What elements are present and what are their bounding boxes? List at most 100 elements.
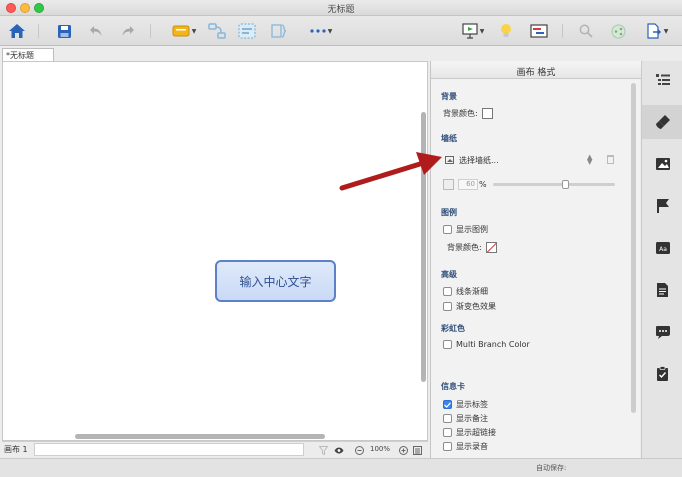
annotation-arrow-icon <box>339 152 442 191</box>
background-color-row: 背景颜色: <box>443 108 493 119</box>
more-button[interactable]: ▼ <box>304 20 338 42</box>
updown-chevron-icon[interactable]: ▲ ▼ <box>587 154 592 166</box>
share-button[interactable] <box>608 20 628 42</box>
summary-icon <box>271 24 287 38</box>
sidebar-notes-button[interactable] <box>642 273 682 307</box>
mindmap-canvas[interactable]: 输入中心文字 <box>2 61 428 441</box>
outline-icon <box>655 74 670 85</box>
taper-row[interactable]: 线条渐细 <box>443 286 488 297</box>
zoom-in-button[interactable] <box>398 445 408 455</box>
wallpaper-select-label: 选择墙纸... <box>459 155 499 165</box>
info-card-item[interactable]: 显示备注 <box>443 413 488 424</box>
background-color-swatch[interactable] <box>481 108 493 119</box>
opacity-slider-handle[interactable] <box>562 180 569 189</box>
toolbar-separator <box>38 24 39 38</box>
sidebar-comments-button[interactable] <box>642 315 682 349</box>
panel-title: 画布 格式 <box>431 61 641 79</box>
paintbrush-icon <box>655 115 670 129</box>
undo-icon <box>90 26 102 36</box>
gradient-checkbox[interactable] <box>443 302 452 311</box>
sidebar-style-button[interactable]: Aa <box>642 231 682 265</box>
summary-button[interactable] <box>268 20 290 42</box>
chevron-down-icon: ▼ <box>191 27 197 35</box>
info-card-item[interactable]: 显示标签 <box>443 399 488 410</box>
multi-branch-row[interactable]: Multi Branch Color <box>443 340 530 349</box>
opacity-unit: % <box>479 180 487 189</box>
gradient-row[interactable]: 渐变色效果 <box>443 301 496 312</box>
eye-icon[interactable] <box>334 445 344 455</box>
central-topic[interactable]: 输入中心文字 <box>215 260 336 302</box>
horizontal-scrollbar[interactable] <box>75 434 325 439</box>
toolbar: ▼ ▼ ▼ ▼ <box>0 16 682 46</box>
multi-branch-checkbox[interactable] <box>443 340 452 349</box>
advanced-heading: 高级 <box>441 270 457 279</box>
opacity-slider[interactable] <box>493 183 615 186</box>
opacity-field[interactable]: 60 <box>458 179 478 190</box>
share-icon <box>611 24 625 38</box>
sidebar-tasks-button[interactable] <box>642 357 682 391</box>
toolbar-separator <box>150 24 151 38</box>
gantt-icon <box>530 24 548 38</box>
taper-checkbox[interactable] <box>443 287 452 296</box>
gantt-button[interactable] <box>528 20 550 42</box>
more-icon <box>310 29 326 33</box>
image-icon <box>445 156 454 164</box>
svg-text:Aa: Aa <box>659 246 667 253</box>
sidebar-marker-button[interactable] <box>642 189 682 223</box>
save-button[interactable] <box>54 20 74 42</box>
canvas-status-bar: 画布 1 100% <box>2 441 428 457</box>
multi-branch-label: Multi Branch Color <box>456 340 530 349</box>
redo-icon <box>122 26 134 36</box>
home-icon <box>9 24 25 38</box>
sidebar-format-button[interactable] <box>642 105 682 139</box>
legend-color-swatch[interactable] <box>485 242 497 253</box>
panel-scrollbar[interactable] <box>631 83 636 413</box>
search-button[interactable] <box>576 20 596 42</box>
export-button[interactable]: ▼ <box>640 20 674 42</box>
list-icon <box>412 445 422 455</box>
document-icon <box>657 283 668 297</box>
sidebar-outline-button[interactable] <box>642 63 682 97</box>
brainstorm-button[interactable] <box>496 20 516 42</box>
filter-icon[interactable] <box>318 445 328 455</box>
bottom-status-bar: 自动保存: <box>0 458 682 477</box>
toolbar-separator <box>562 24 563 38</box>
show-legend-row[interactable]: 显示图例 <box>443 224 488 235</box>
fit-map-button[interactable] <box>412 445 422 455</box>
wallpaper-heading: 墙纸 <box>441 134 457 143</box>
zoom-out-button[interactable] <box>354 445 364 455</box>
legend-color-label: 背景颜色: <box>447 243 482 252</box>
presentation-icon <box>462 23 478 39</box>
text-style-icon: Aa <box>655 242 670 254</box>
lightbulb-icon <box>501 24 511 37</box>
info-card-label: 显示录音 <box>456 442 488 451</box>
info-card-item[interactable]: 显示超链接 <box>443 427 496 438</box>
undo-button[interactable] <box>86 20 106 42</box>
insert-topic-button[interactable]: ▼ <box>166 20 202 42</box>
sidebar-image-button[interactable] <box>642 147 682 181</box>
save-icon <box>57 24 71 38</box>
document-tab[interactable]: *无标题 <box>2 48 54 61</box>
redo-button[interactable] <box>118 20 138 42</box>
taper-label: 线条渐细 <box>456 287 488 296</box>
info-card-checkbox-0[interactable] <box>443 400 452 409</box>
background-heading: 背景 <box>441 92 457 101</box>
info-card-checkbox-2[interactable] <box>443 428 452 437</box>
info-card-item[interactable]: 显示录音 <box>443 441 488 452</box>
info-card-checkbox-3[interactable] <box>443 442 452 451</box>
boundary-button[interactable] <box>236 20 258 42</box>
sheet-tab[interactable]: 画布 1 <box>4 444 28 455</box>
zoom-level: 100% <box>370 445 391 453</box>
boundary-icon <box>238 23 256 39</box>
presentation-button[interactable]: ▼ <box>456 20 490 42</box>
wallpaper-select[interactable]: 选择墙纸... <box>445 153 601 167</box>
info-card-checkbox-1[interactable] <box>443 414 452 423</box>
gradient-label: 渐变色效果 <box>456 302 496 311</box>
home-button[interactable] <box>6 20 28 42</box>
trash-icon[interactable] <box>607 155 614 164</box>
info-card-heading: 信息卡 <box>441 382 465 391</box>
show-legend-checkbox[interactable] <box>443 225 452 234</box>
relationship-button[interactable] <box>206 20 228 42</box>
legend-color-row: 背景颜色: <box>447 242 497 253</box>
chevron-down-icon: ▼ <box>663 27 669 35</box>
